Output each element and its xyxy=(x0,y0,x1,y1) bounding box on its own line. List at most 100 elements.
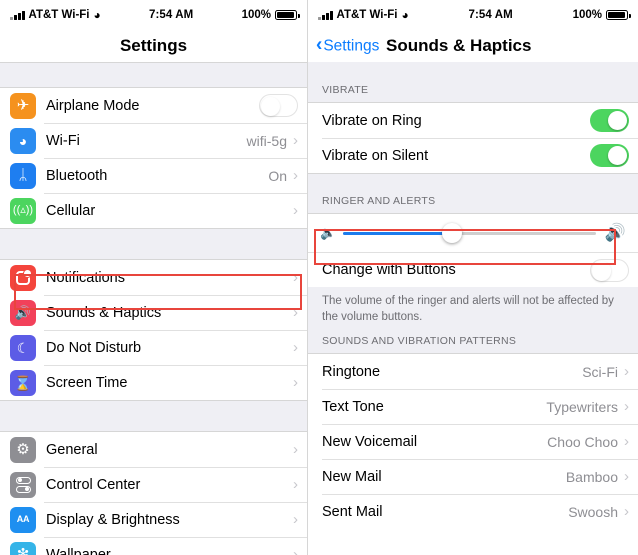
row-label: Display & Brightness xyxy=(46,511,180,528)
ringer-group: 🔈 🔊 Change with Buttons xyxy=(308,214,638,287)
status-bar-left-group: AT&T Wi-Fi ◕ xyxy=(10,9,101,21)
row-vibrate-on-ring[interactable]: Vibrate on Ring xyxy=(308,103,638,138)
page-title: Settings xyxy=(119,36,188,55)
wifi-icon: ◕ xyxy=(401,8,409,22)
chevron-right-icon: › xyxy=(293,441,298,458)
chevron-right-icon: › xyxy=(293,339,298,356)
row-value: Choo Choo xyxy=(547,433,618,450)
row-sent-mail[interactable]: Sent Mail Swoosh › xyxy=(308,494,638,530)
section-pad xyxy=(308,173,638,195)
row-label: Vibrate on Silent xyxy=(322,147,429,164)
sidebar-item-general[interactable]: ⚙ General › xyxy=(0,432,307,467)
vibrate-group: Vibrate on Ring Vibrate on Silent xyxy=(308,103,638,173)
settings-group-notifications: Notifications › 🔊 Sounds & Haptics › ☾ D… xyxy=(0,260,307,400)
row-label: Do Not Disturb xyxy=(46,339,142,356)
ringer-volume-slider[interactable] xyxy=(343,223,596,243)
signal-strength-icon xyxy=(318,10,333,20)
row-change-with-buttons[interactable]: Change with Buttons xyxy=(308,252,638,287)
chevron-right-icon: › xyxy=(624,503,629,521)
list-top-gap xyxy=(0,62,307,88)
slider-thumb[interactable] xyxy=(441,223,462,243)
row-label: Airplane Mode xyxy=(46,97,140,114)
chevron-right-icon: › xyxy=(624,433,629,451)
sidebar-item-notifications[interactable]: Notifications › xyxy=(0,260,307,295)
status-bar-right-group: 100% xyxy=(241,9,300,21)
sidebar-item-control-center[interactable]: Control Center › xyxy=(0,467,307,502)
row-label: Sent Mail xyxy=(322,503,383,520)
row-label: Control Center xyxy=(46,476,141,493)
speaker-low-icon: 🔈 xyxy=(320,225,337,240)
row-value: wifi-5g xyxy=(246,132,287,149)
row-text-tone[interactable]: Text Tone Typewriters › xyxy=(308,389,638,425)
row-label: New Voicemail xyxy=(322,433,418,450)
status-bar-left-group: AT&T Wi-Fi ◕ xyxy=(318,9,409,21)
sounds-patterns-group: Ringtone Sci-Fi › Text Tone Typewriters … xyxy=(308,354,638,530)
wallpaper-icon: ❇ xyxy=(10,541,36,555)
sidebar-item-cellular[interactable]: ((▵)) Cellular › xyxy=(0,193,307,228)
sounds-haptics-list[interactable]: VIBRATE Vibrate on Ring Vibrate on Silen… xyxy=(308,62,638,555)
status-bar-left: AT&T Wi-Fi ◕ 7:54 AM 100% xyxy=(0,0,307,30)
chevron-right-icon: › xyxy=(293,167,298,184)
sidebar-item-airplane-mode[interactable]: ✈ Airplane Mode xyxy=(0,88,307,123)
airplane-mode-toggle[interactable] xyxy=(259,94,298,117)
sidebar-item-do-not-disturb[interactable]: ☾ Do Not Disturb › xyxy=(0,330,307,365)
sidebar-item-wallpaper[interactable]: ❇ Wallpaper › xyxy=(0,537,307,555)
row-label: Screen Time xyxy=(46,374,128,391)
clock-label: 7:54 AM xyxy=(468,9,513,21)
section-header-sounds-and-vibration-patterns: SOUNDS AND VIBRATION PATTERNS xyxy=(308,335,638,355)
row-value: On xyxy=(268,167,287,184)
settings-group-connectivity: ✈ Airplane Mode ◕ Wi-Fi wifi-5g › ᛦ Blue… xyxy=(0,88,307,228)
chevron-right-icon: › xyxy=(293,269,298,286)
vibrate-on-silent-toggle[interactable] xyxy=(590,144,629,167)
row-new-voicemail[interactable]: New Voicemail Choo Choo › xyxy=(308,424,638,460)
row-value: Bamboo xyxy=(565,468,618,485)
row-label: New Mail xyxy=(322,468,382,485)
sidebar-item-wifi[interactable]: ◕ Wi-Fi wifi-5g › xyxy=(0,123,307,158)
section-pad xyxy=(308,62,638,84)
nav-bar-left: Settings xyxy=(0,30,307,62)
list-gap-2 xyxy=(0,400,307,432)
row-label: Vibrate on Ring xyxy=(322,112,422,129)
list-gap-1 xyxy=(0,228,307,260)
ringer-volume-slider-row[interactable]: 🔈 🔊 xyxy=(308,214,638,252)
sidebar-item-sounds-haptics[interactable]: 🔊 Sounds & Haptics › xyxy=(0,295,307,330)
chevron-right-icon: › xyxy=(293,511,298,528)
row-label: Change with Buttons xyxy=(322,262,456,278)
row-ringtone[interactable]: Ringtone Sci-Fi › xyxy=(308,354,638,390)
display-brightness-icon: AA xyxy=(10,506,36,533)
row-label: Wallpaper xyxy=(46,546,111,555)
nav-bar-right: ‹ Settings Sounds & Haptics xyxy=(308,30,638,62)
row-label: Text Tone xyxy=(322,398,384,415)
change-with-buttons-toggle[interactable] xyxy=(590,258,629,282)
battery-full-icon xyxy=(606,10,631,20)
back-button[interactable]: ‹ Settings xyxy=(316,36,380,56)
row-label: Wi-Fi xyxy=(46,132,80,149)
wifi-icon: ◕ xyxy=(93,8,101,22)
row-label: Notifications xyxy=(46,269,125,286)
row-new-mail[interactable]: New Mail Bamboo › xyxy=(308,459,638,495)
sidebar-item-display-brightness[interactable]: AA Display & Brightness › xyxy=(0,502,307,537)
section-header-ringer-and-alerts: RINGER AND ALERTS xyxy=(308,195,638,214)
wifi-icon: ◕ xyxy=(10,127,36,154)
general-gear-icon: ⚙ xyxy=(10,436,36,463)
sidebar-item-screen-time[interactable]: ⌛ Screen Time › xyxy=(0,365,307,400)
dual-screenshot: AT&T Wi-Fi ◕ 7:54 AM 100% Settings ✈ Air… xyxy=(0,0,638,555)
row-label: Bluetooth xyxy=(46,167,108,184)
vibrate-on-ring-toggle[interactable] xyxy=(590,109,629,132)
battery-full-icon xyxy=(275,10,300,20)
carrier-label: AT&T Wi-Fi xyxy=(336,9,398,21)
chevron-right-icon: › xyxy=(624,398,629,416)
back-button-label: Settings xyxy=(323,37,380,54)
battery-percent-label: 100% xyxy=(241,9,271,21)
sidebar-item-bluetooth[interactable]: ᛦ Bluetooth On › xyxy=(0,158,307,193)
chevron-right-icon: › xyxy=(293,202,298,219)
clock-label: 7:54 AM xyxy=(148,9,194,21)
settings-list[interactable]: ✈ Airplane Mode ◕ Wi-Fi wifi-5g › ᛦ Blue… xyxy=(0,62,307,555)
bluetooth-icon: ᛦ xyxy=(10,162,36,189)
signal-strength-icon xyxy=(10,10,25,20)
row-value: Swoosh xyxy=(568,503,618,520)
chevron-right-icon: › xyxy=(293,546,298,555)
cellular-icon: ((▵)) xyxy=(10,197,36,224)
left-phone-screen: AT&T Wi-Fi ◕ 7:54 AM 100% Settings ✈ Air… xyxy=(0,0,308,555)
row-vibrate-on-silent[interactable]: Vibrate on Silent xyxy=(308,138,638,173)
